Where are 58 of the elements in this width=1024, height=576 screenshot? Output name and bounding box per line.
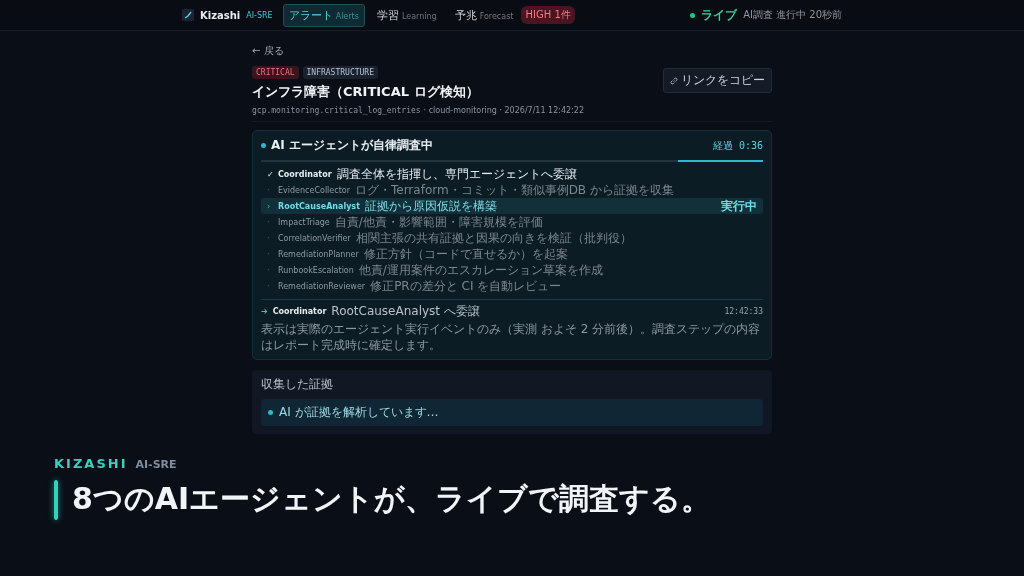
status-dot (268, 410, 273, 416)
tag: INFRASTRUCTURE (302, 66, 378, 79)
status-mark: · (267, 249, 271, 259)
panel-title: 収集した証拠 (261, 376, 334, 394)
status-text: AI が証拠を解析しています… (279, 404, 439, 422)
agent-name: RemediationReviewer (278, 281, 366, 291)
nav-tab[interactable]: アラート Alerts (282, 3, 365, 27)
agent-name: ImpactTriage (278, 217, 330, 227)
logo-icon (182, 9, 194, 21)
status-mark: · (267, 281, 271, 291)
panel-title: AI エージェントが自律調査中 (271, 137, 433, 154)
status-mark: · (267, 233, 271, 243)
accent-bar (54, 479, 58, 520)
agent-status: 実行中 (721, 197, 757, 215)
link-icon (670, 76, 678, 85)
agent-name: Coordinator (278, 169, 332, 179)
status-dot (690, 12, 696, 18)
tag: CRITICAL (252, 66, 299, 79)
agent-description: 自責/他責・影響範囲・障害規模を評価 (334, 214, 543, 230)
caption-brand: KIZASHI (54, 456, 128, 472)
caption-headline: 8つのAIエージェントが、ライブで調査する。 (72, 480, 712, 519)
agent-description: 相関主張の共有証拠と因果の向きを検証（批判役） (355, 230, 632, 246)
agent-name: EvidenceCollector (278, 185, 350, 195)
status-mark: › (267, 201, 272, 211)
brand-tag: AI-SRE (246, 10, 273, 20)
agent-description: 証拠から原因仮説を構築 (364, 198, 497, 214)
status-mark: · (267, 217, 271, 227)
alert-meta: · cloud-monitoring · 2026/7/11 12:42:22 (423, 106, 584, 115)
alert-badge: HIGH 1件 (521, 6, 575, 24)
live-label: ライブ (701, 6, 738, 24)
nav-tab[interactable]: 学習 Learning (370, 3, 443, 27)
metric-name: gcp.monitoring.critical_log_entries (252, 106, 421, 115)
agent-name: RootCauseAnalyst (278, 201, 360, 211)
status-dot (261, 143, 266, 148)
event-actor: Coordinator (272, 306, 327, 316)
status-mark: · (267, 185, 271, 195)
status-mark: ✓ (267, 169, 273, 179)
agent-description: ログ・Terraform・コミット・類似事例DB から証拠を収集 (354, 182, 674, 198)
nav-tab[interactable]: 予兆 Forecast (448, 3, 520, 27)
arrow-mark: ➔ (261, 306, 268, 316)
alert-title: インフラ障害（CRITICAL ログ検知） (252, 83, 480, 101)
agent-description: 他責/運用案件のエスカレーション草案を作成 (358, 262, 603, 278)
agent-description: 修正方針（コードで直せるか）を起案 (363, 246, 568, 262)
back-link[interactable]: ← 戻る (252, 44, 284, 58)
event-text: RootCauseAnalyst へ委譲 (331, 303, 480, 319)
agent-name: CorrelationVerifier (278, 233, 351, 243)
live-status: AI調査 進行中 20秒前 (743, 8, 842, 22)
copy-link-button[interactable]: リンクをコピー (663, 68, 772, 93)
agent-description: 修正PRの差分と CI を自動レビュー (370, 278, 562, 294)
caption-tag: AI-SRE (135, 458, 177, 472)
event-time: 12:42:33 (724, 306, 763, 316)
agent-name: RunbookEscalation (278, 265, 354, 275)
elapsed-time: 経過 0:36 (712, 138, 763, 153)
status-mark: · (267, 265, 271, 275)
footnote: 表示は実際のエージェント実行イベントのみ（実測 およそ 2 分前後）。調査ステップの内容はレポート完成時に確定します。 (261, 321, 762, 354)
agent-name: RemediationPlanner (278, 249, 359, 259)
agent-description: 調査全体を指揮し、専門エージェントへ委譲 (336, 166, 577, 182)
brand-name: Kizashi (200, 9, 241, 21)
